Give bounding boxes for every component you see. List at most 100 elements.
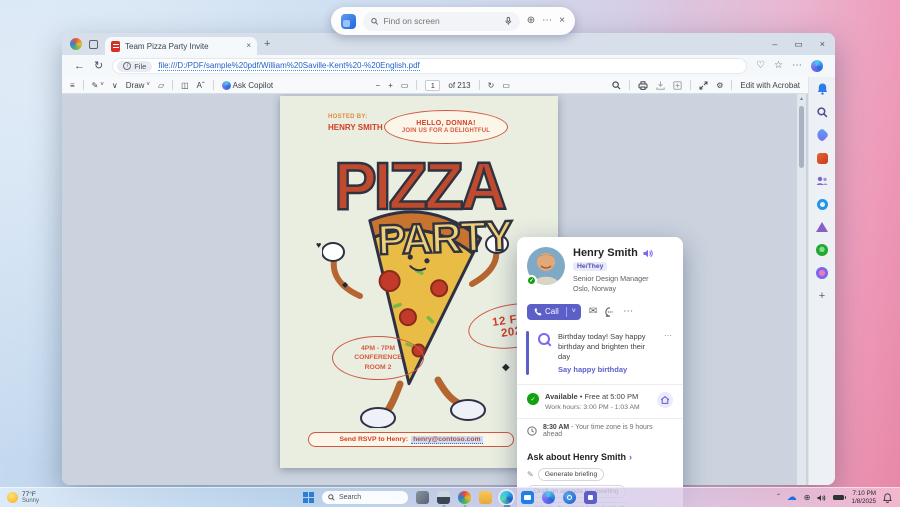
copilot-icon[interactable] [542,491,555,504]
chevron-right-icon[interactable]: › [629,452,632,462]
save-as-icon[interactable] [673,81,682,90]
read-aloud-icon[interactable]: Aˆ [197,81,205,90]
onedrive-cloud-icon[interactable]: ☁ [787,492,797,503]
call-button[interactable]: Call ˅ [527,304,581,320]
print-icon[interactable] [638,81,648,90]
browser-essentials-icon[interactable]: ♡ [756,61,765,71]
fullscreen-icon[interactable] [699,81,708,90]
fit-width-icon[interactable]: ▭ [401,81,409,90]
greeting-oval: HELLO, DONNA! JOIN US FOR A DELIGHTFUL [384,110,508,144]
store-icon[interactable] [521,491,534,504]
sidebar-clipchamp-icon[interactable] [815,266,829,280]
pdf-scrollbar[interactable]: ▴ [797,94,806,485]
start-button[interactable] [303,492,314,503]
ask-copilot-button[interactable]: Ask Copilot [222,81,273,90]
avatar[interactable]: ✓ [527,247,565,285]
scrollbar-thumb[interactable] [799,106,804,168]
search-document-icon[interactable] [612,81,621,90]
tab-close-icon[interactable]: × [246,42,251,50]
toc-icon[interactable]: ≡ [70,81,75,90]
url-field[interactable]: i File file:///D:/PDF/sample%20pdf/Willi… [112,58,747,74]
network-icon[interactable]: ⊕ [804,493,811,502]
new-tab-icon[interactable]: + [264,39,270,50]
photos-icon[interactable] [458,491,471,504]
find-input[interactable] [383,16,500,26]
window-close-icon[interactable]: × [820,39,825,49]
file-scheme-chip[interactable]: i File [117,61,152,72]
copilot-notification-icon[interactable] [815,82,829,96]
zoom-in-icon[interactable]: + [388,81,393,90]
event-place-line1: CONFERENCE [354,353,402,362]
hosted-by-label: HOSTED BY: [328,114,368,120]
pen-icon[interactable]: ∨ [112,81,118,90]
zoom-out-icon[interactable]: − [375,81,380,90]
sidebar-green-app-icon[interactable] [815,243,829,257]
highlight-button[interactable]: ✎˅ [92,81,104,90]
battery-icon[interactable] [833,495,844,501]
file-chip-label: File [134,62,146,71]
maximize-icon[interactable]: ▭ [794,39,803,50]
edge-icon[interactable] [500,491,513,504]
favorites-icon[interactable]: ☆ [774,61,783,71]
sidebar-shopping-icon[interactable] [815,128,829,142]
minimize-icon[interactable]: – [772,39,777,49]
call-options-chevron-icon[interactable]: ˅ [567,308,581,315]
rotate-icon[interactable]: ↻ [488,81,495,90]
file-explorer-icon[interactable] [437,491,450,504]
suggestion-pill[interactable]: Generate briefing [538,468,605,481]
email-icon[interactable]: ✉ [589,306,597,317]
work-location-button[interactable] [657,392,673,408]
pronounce-name-icon[interactable] [643,249,653,258]
tab-actions-icon[interactable] [89,40,98,49]
scroll-up-icon[interactable]: ▴ [800,95,803,102]
notification-bell-icon[interactable] [883,493,892,503]
sidebar-games-icon[interactable] [815,151,829,165]
sidebar-search-icon[interactable] [815,105,829,119]
host-name: HENRY SMITH [328,123,383,132]
page-number-input[interactable]: 1 [425,80,440,91]
url-text[interactable]: file:///D:/PDF/sample%20pdf/William%20Sa… [158,61,419,71]
clock-date: 1/8/2025 [851,498,876,506]
job-title: Senior Design Manager [573,274,653,284]
task-view-icon[interactable] [416,491,429,504]
more-actions-icon[interactable]: ⋯ [623,306,633,317]
edit-with-acrobat-button[interactable]: Edit with Acrobat [740,81,800,90]
taskbar-search[interactable]: Search [322,491,408,504]
sidebar-drop-icon[interactable] [815,220,829,234]
tray-chevron-up-icon[interactable]: ˆ [777,493,780,502]
clock-widget[interactable]: 7:10 PM 1/8/2025 [851,490,876,506]
pdf-toolbar: ≡ ✎˅ ∨ Draw˅ ▱ ◫ Aˆ Ask Copilot − + ▭ 1 … [62,77,808,94]
browser-menu-icon[interactable]: ⋯ [792,61,802,71]
find-input-field[interactable] [363,12,520,31]
notification-more-icon[interactable]: ⋯ [664,331,672,340]
close-icon[interactable]: × [559,16,565,26]
save-icon[interactable] [656,81,665,90]
eraser-icon[interactable]: ▱ [158,81,164,90]
more-options-icon[interactable]: ⋯ [542,16,552,26]
weather-widget[interactable]: 77°F Sunny [0,491,170,504]
sidebar-add-icon[interactable]: + [815,289,829,303]
page-view-icon[interactable]: ▭ [502,81,510,90]
pdf-settings-icon[interactable]: ⚙ [716,81,723,90]
rsvp-email[interactable]: henry@contoso.com [411,436,482,444]
say-happy-birthday-link[interactable]: Say happy birthday [558,365,654,374]
two-page-view-icon[interactable]: ◫ [181,81,189,90]
microphone-icon[interactable] [505,16,512,26]
back-icon[interactable]: ← [74,61,85,72]
outlook-icon[interactable] [563,491,576,504]
find-on-screen-bar: ⊕ ⋯ × [331,7,575,35]
tab-team-pizza-party[interactable]: Team Pizza Party Invite × [105,37,257,55]
volume-icon[interactable] [817,494,826,502]
presence-status: Available [545,392,578,401]
copilot-icon[interactable] [811,60,823,72]
chat-icon[interactable] [605,307,615,317]
sidebar-people-icon[interactable] [815,174,829,188]
draw-button[interactable]: Draw˅ [126,81,150,90]
sidebar-outlook-icon[interactable] [815,197,829,211]
pdf-view[interactable]: HOSTED BY: HENRY SMITH HELLO, DONNA! JOI… [62,94,808,485]
folder-icon[interactable] [479,491,492,504]
settings-globe-icon[interactable]: ⊕ [527,16,535,26]
refresh-icon[interactable]: ↻ [94,61,103,72]
teams-icon[interactable] [584,491,597,504]
profile-avatar-icon[interactable] [70,38,82,50]
